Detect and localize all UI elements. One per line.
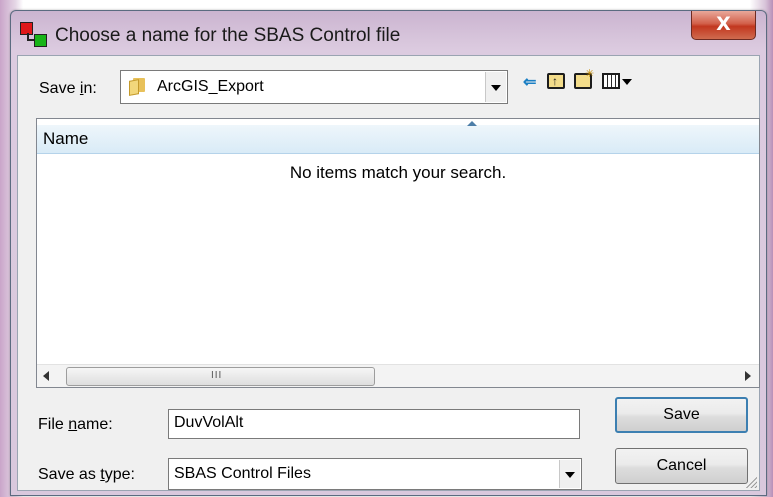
view-menu-icon[interactable]: [602, 73, 620, 89]
save-as-type-label: Save as type:: [38, 466, 135, 483]
empty-message: No items match your search.: [289, 163, 507, 182]
app-icon: [20, 22, 48, 48]
file-list[interactable]: Name No items match your search. III: [36, 118, 760, 388]
scroll-right-icon[interactable]: [745, 371, 751, 381]
save-in-dropdown[interactable]: ArcGIS_Export: [120, 70, 508, 104]
new-folder-icon[interactable]: ✳: [574, 68, 594, 89]
title-bar[interactable]: Choose a name for the SBAS Control file …: [11, 11, 766, 55]
save-button[interactable]: Save: [615, 397, 748, 433]
cancel-button-label: Cancel: [656, 457, 707, 474]
column-header-name[interactable]: Name: [43, 129, 88, 149]
save-in-value: ArcGIS_Export: [157, 78, 264, 95]
scroll-grip: III: [211, 370, 223, 381]
view-menu-chevron-icon[interactable]: [622, 79, 632, 85]
cancel-button[interactable]: Cancel: [615, 448, 748, 484]
up-folder-icon[interactable]: ↑: [547, 73, 565, 89]
chevron-down-icon: [491, 85, 501, 91]
file-name-input[interactable]: DuvVolAlt: [168, 409, 580, 439]
resize-grip[interactable]: [743, 474, 757, 488]
folder-icon: [129, 77, 145, 96]
save-as-type-value: SBAS Control Files: [174, 465, 311, 482]
save-in-dropdown-button[interactable]: [485, 72, 506, 102]
save-as-type-dropdown[interactable]: SBAS Control Files: [168, 458, 582, 490]
dialog-client-area: Save in: ArcGIS_Export ⇐ ↑ ✳ Name No ite…: [17, 55, 760, 491]
horizontal-scrollbar[interactable]: III: [37, 364, 759, 387]
save-button-label: Save: [663, 406, 700, 423]
save-as-type-dropdown-button[interactable]: [559, 460, 580, 488]
list-header: Name: [37, 121, 759, 154]
save-dialog: Choose a name for the SBAS Control file …: [10, 10, 767, 496]
sort-caret-icon: [467, 121, 477, 126]
close-button[interactable]: X: [691, 11, 756, 40]
save-in-label: Save in:: [39, 80, 97, 97]
scroll-thumb[interactable]: III: [66, 367, 375, 386]
scroll-left-icon[interactable]: [43, 371, 49, 381]
window-title: Choose a name for the SBAS Control file: [55, 25, 401, 46]
chevron-down-icon: [565, 472, 575, 478]
file-name-label: File name:: [38, 416, 113, 433]
back-arrow-icon[interactable]: ⇐: [523, 74, 536, 92]
